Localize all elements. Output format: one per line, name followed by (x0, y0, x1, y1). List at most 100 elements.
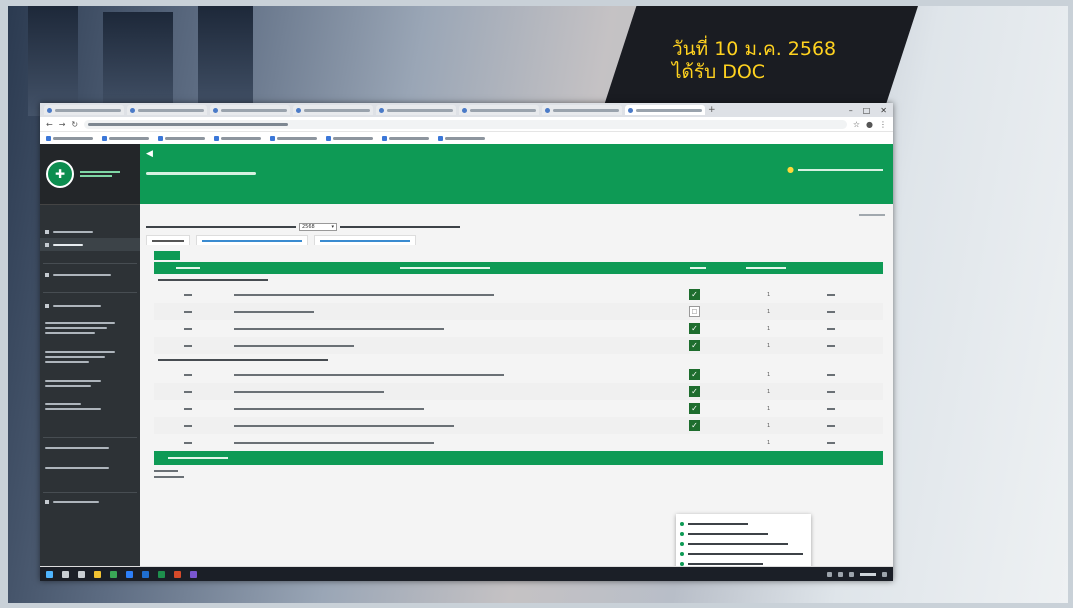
breadcrumb[interactable] (859, 214, 885, 216)
table-row[interactable]: ✓ 1 (154, 286, 883, 303)
powerpoint-icon[interactable] (174, 570, 181, 578)
tab-summary[interactable] (146, 235, 190, 245)
sidebar-item-menu[interactable] (40, 315, 140, 341)
app-logo[interactable]: ✚ (40, 144, 140, 205)
explorer-icon[interactable] (94, 570, 101, 578)
sidebar-item-menu[interactable] (40, 438, 140, 458)
close-icon[interactable]: ✕ (880, 106, 887, 115)
network-icon[interactable] (827, 571, 832, 577)
table-row[interactable]: ✓ 1 (154, 417, 883, 434)
checkbox[interactable]: ✓ (689, 289, 700, 300)
sidebar-item-menu[interactable] (40, 264, 140, 286)
tab-other[interactable] (314, 235, 416, 245)
table-row[interactable]: ✓ 1 (154, 337, 883, 354)
favicon-icon (296, 107, 301, 113)
bookmark-item[interactable] (382, 135, 429, 141)
volume-icon[interactable] (838, 571, 843, 577)
table-header (154, 262, 883, 274)
popup-item[interactable] (680, 539, 807, 549)
browser-tab[interactable] (210, 105, 290, 115)
col-count (690, 267, 706, 269)
bookmark-item[interactable] (46, 135, 93, 141)
bookmark-item[interactable] (438, 135, 485, 141)
popup-item[interactable] (680, 549, 807, 559)
table-row[interactable]: □ 1 (154, 303, 883, 320)
bookmark-icon (382, 135, 387, 141)
bookmark-item[interactable] (214, 135, 261, 141)
sidebar-item-active[interactable] (40, 238, 140, 251)
star-icon[interactable]: ☆ (853, 120, 860, 129)
task-view-icon[interactable] (78, 570, 85, 578)
browser-tab[interactable] (127, 105, 207, 115)
table-row[interactable]: ✓ 1 (154, 320, 883, 337)
edge-icon[interactable] (126, 570, 133, 578)
url-field[interactable] (84, 119, 847, 129)
browser-tab[interactable] (44, 105, 124, 115)
table-notes (154, 470, 883, 478)
menu-icon[interactable]: ⋮ (879, 120, 887, 129)
checkbox[interactable]: ✓ (689, 403, 700, 414)
sidebar-item-menu[interactable] (40, 341, 140, 373)
sidebar-item-menu[interactable] (40, 393, 140, 419)
browser-tab[interactable] (459, 105, 539, 115)
window-controls: – □ ✕ (849, 106, 893, 115)
web-app: ✚ ◀ ● 2568 ▾ ✓ 1 □ 1 ✓ 1 ✓ 1 ✓ 1 ✓ 1 ✓ 1… (40, 144, 893, 576)
browser-tab[interactable] (293, 105, 373, 115)
browser-tab-active[interactable] (625, 105, 705, 115)
table-row[interactable]: ✓ 1 (154, 400, 883, 417)
reload-icon[interactable]: ↻ (71, 120, 78, 129)
clock[interactable] (860, 572, 876, 576)
bookmark-item[interactable] (102, 135, 149, 141)
language-icon[interactable] (849, 571, 854, 577)
start-icon[interactable] (46, 570, 53, 578)
search-icon[interactable] (62, 570, 69, 578)
checkbox[interactable]: ✓ (689, 369, 700, 380)
popup-item[interactable] (680, 519, 807, 529)
user-icon: ● (787, 165, 794, 174)
filter-button[interactable] (154, 251, 180, 260)
new-tab-icon[interactable]: + (708, 105, 716, 115)
sidebar-item-home[interactable] (40, 225, 140, 238)
table-row[interactable]: 1 (154, 434, 883, 451)
tab-detail[interactable] (196, 235, 308, 245)
forward-icon[interactable]: → (59, 120, 66, 129)
profile-icon[interactable]: ● (866, 120, 873, 129)
chrome-icon[interactable] (110, 570, 117, 578)
bookmark-item[interactable] (158, 135, 205, 141)
chevron-down-icon: ▾ (331, 224, 334, 230)
maximize-icon[interactable]: □ (863, 106, 871, 115)
checkbox[interactable]: □ (689, 306, 700, 317)
browser-tab[interactable] (376, 105, 456, 115)
notification-icon[interactable] (882, 571, 887, 577)
checkbox[interactable]: ✓ (689, 420, 700, 431)
folder-icon (45, 273, 49, 277)
word-icon[interactable] (142, 570, 149, 578)
popup-item[interactable] (680, 529, 807, 539)
bookmark-icon (214, 135, 219, 141)
bullet-icon (680, 522, 684, 526)
checkbox[interactable]: ✓ (689, 386, 700, 397)
sidebar-item-menu[interactable] (40, 458, 140, 478)
back-icon[interactable]: ← (46, 120, 53, 129)
user-menu[interactable]: ● (787, 165, 883, 174)
favicon-icon (47, 107, 52, 113)
bookmark-item[interactable] (270, 135, 317, 141)
checkbox[interactable]: ✓ (689, 323, 700, 334)
year-select[interactable]: 2568 ▾ (299, 223, 337, 231)
year-value: 2568 (302, 224, 315, 230)
excel-icon[interactable] (158, 570, 165, 578)
bookmark-item[interactable] (326, 135, 373, 141)
minimize-icon[interactable]: – (849, 106, 853, 115)
table-row[interactable]: ✓ 1 (154, 383, 883, 400)
teams-icon[interactable] (190, 570, 197, 578)
sidebar-item-menu[interactable] (40, 297, 140, 315)
col-code (176, 267, 200, 269)
subtitle-main: ได้รับ DOC (672, 61, 766, 83)
sidebar-item-menu[interactable] (40, 373, 140, 393)
sidebar-item-menu[interactable] (40, 493, 140, 511)
main-area: ◀ ● 2568 ▾ ✓ 1 □ 1 ✓ 1 ✓ 1 ✓ 1 ✓ 1 ✓ 1 ✓… (140, 144, 893, 576)
collapse-menu-icon[interactable]: ◀ (146, 149, 153, 159)
table-row[interactable]: ✓ 1 (154, 366, 883, 383)
browser-tab[interactable] (542, 105, 622, 115)
checkbox[interactable]: ✓ (689, 340, 700, 351)
